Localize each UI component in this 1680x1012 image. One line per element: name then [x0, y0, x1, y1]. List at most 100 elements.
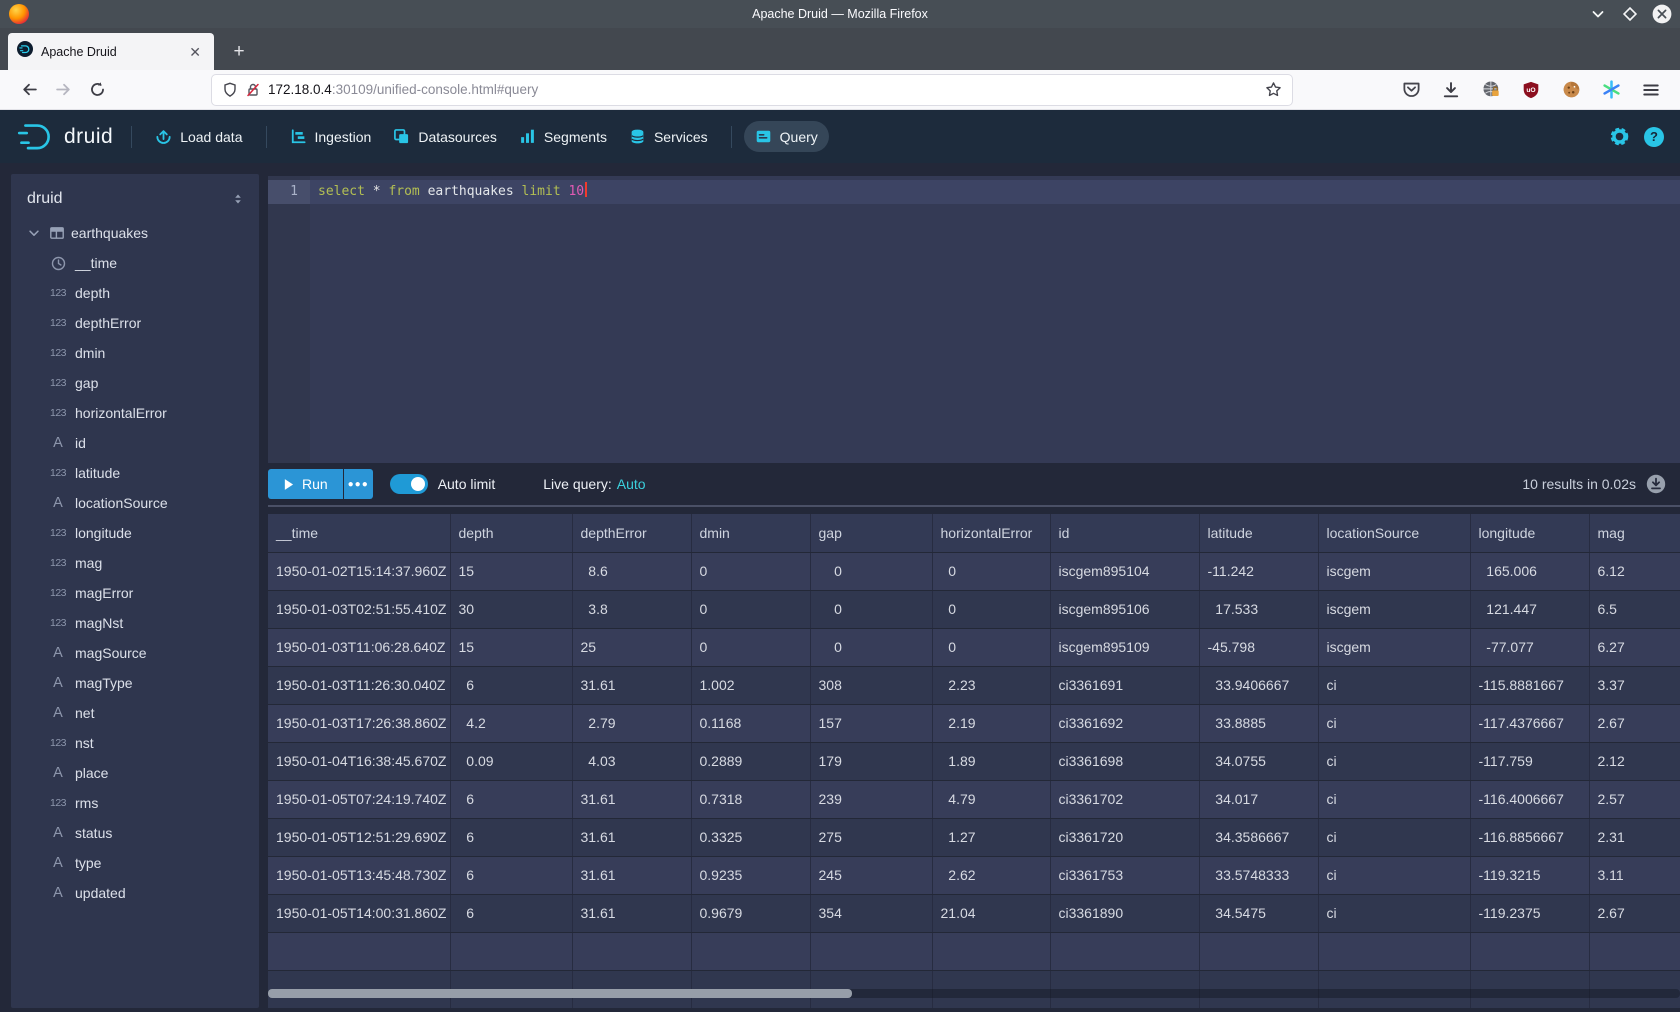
nav-item-ingestion[interactable]: Ingestion	[279, 121, 383, 152]
cell-depth[interactable]: 15	[450, 628, 572, 666]
cell-horizontalError[interactable]: 01.89	[932, 742, 1050, 780]
column-header-depth[interactable]: depth	[450, 514, 572, 552]
cell-gap[interactable]: 000	[810, 628, 932, 666]
cell-mag[interactable]: 3.11	[1589, 856, 1680, 894]
sidebar-table-earthquakes[interactable]: earthquakes	[11, 218, 259, 248]
sidebar-column-dmin[interactable]: 123dmin	[11, 338, 259, 368]
cell-dmin[interactable]: 0	[691, 628, 810, 666]
menu-icon[interactable]	[1636, 75, 1666, 105]
cell-id[interactable]: ci3361691	[1050, 666, 1199, 704]
auto-limit-toggle[interactable]	[390, 474, 428, 494]
sidebar-column-place[interactable]: Aplace	[11, 758, 259, 788]
cell-depthError[interactable]: 08.6	[572, 552, 691, 590]
cookie-extension-icon[interactable]	[1556, 75, 1586, 105]
sidebar-column-longitude[interactable]: 123longitude	[11, 518, 259, 548]
column-header-latitude[interactable]: latitude	[1199, 514, 1318, 552]
nav-item-load-data[interactable]: Load data	[144, 121, 253, 152]
cell-gap[interactable]: 239	[810, 780, 932, 818]
column-header-locationSource[interactable]: locationSource	[1318, 514, 1470, 552]
url-bar[interactable]: 172.18.0.4:30109/unified-console.html#qu…	[212, 75, 1292, 105]
cell-id[interactable]: iscgem895109	[1050, 628, 1199, 666]
cell-dmin[interactable]: 0.2889	[691, 742, 810, 780]
sidebar-column-magError[interactable]: 123magError	[11, 578, 259, 608]
cell-id[interactable]: ci3361702	[1050, 780, 1199, 818]
cell-mag[interactable]: 2.67	[1589, 894, 1680, 932]
horizontal-scrollbar[interactable]	[268, 989, 1680, 998]
cell-mag[interactable]: 6.27	[1589, 628, 1680, 666]
cell-mag[interactable]: 2.67	[1589, 704, 1680, 742]
cell-mag[interactable]: 2.57	[1589, 780, 1680, 818]
run-button[interactable]: Run	[268, 469, 343, 499]
sidebar-column-magType[interactable]: AmagType	[11, 668, 259, 698]
column-header-__time[interactable]: __time	[268, 514, 450, 552]
cell-locationSource[interactable]: ci	[1318, 704, 1470, 742]
cell-id[interactable]: ci3361692	[1050, 704, 1199, 742]
cell-horizontalError[interactable]: 21.04	[932, 894, 1050, 932]
cell-gap[interactable]: 245	[810, 856, 932, 894]
sidebar-column-horizontalError[interactable]: 123horizontalError	[11, 398, 259, 428]
cell-latitude[interactable]: 017.533	[1199, 590, 1318, 628]
cell-longitude[interactable]: -119.3215	[1470, 856, 1589, 894]
cell-id[interactable]: iscgem895106	[1050, 590, 1199, 628]
query-text[interactable]: select * from earthquakes limit 10	[310, 180, 1680, 204]
brand-wordmark[interactable]: druid	[64, 125, 113, 149]
column-header-gap[interactable]: gap	[810, 514, 932, 552]
cell-__time[interactable]: 1950-01-05T12:51:29.690Z	[268, 818, 450, 856]
cell-id[interactable]: ci3361698	[1050, 742, 1199, 780]
column-header-horizontalError[interactable]: horizontalError	[932, 514, 1050, 552]
cell-gap[interactable]: 157	[810, 704, 932, 742]
scrollbar-thumb[interactable]	[268, 989, 852, 998]
sidebar-column-rms[interactable]: 123rms	[11, 788, 259, 818]
cell-horizontalError[interactable]: 00	[932, 590, 1050, 628]
cell-__time[interactable]: 1950-01-03T11:06:28.640Z	[268, 628, 450, 666]
nav-item-query[interactable]: Query	[744, 121, 829, 152]
cell-depth[interactable]: 06	[450, 666, 572, 704]
cell-longitude[interactable]: -117.759	[1470, 742, 1589, 780]
pocket-icon[interactable]	[1396, 75, 1426, 105]
cell-latitude[interactable]: 033.9406667	[1199, 666, 1318, 704]
cell-latitude[interactable]: 034.0755	[1199, 742, 1318, 780]
cell-dmin[interactable]: 0.3325	[691, 818, 810, 856]
cell-locationSource[interactable]: iscgem	[1318, 628, 1470, 666]
cell-depth[interactable]: 06	[450, 894, 572, 932]
cell-locationSource[interactable]: ci	[1318, 780, 1470, 818]
cell-latitude[interactable]: 034.5475	[1199, 894, 1318, 932]
cell-longitude[interactable]: 0121.447	[1470, 590, 1589, 628]
new-tab-button[interactable]: +	[224, 37, 254, 67]
cell-locationSource[interactable]: iscgem	[1318, 590, 1470, 628]
live-query-value[interactable]: Auto	[617, 476, 646, 492]
cell-longitude[interactable]: -115.8881667	[1470, 666, 1589, 704]
cell-mag[interactable]: 3.37	[1589, 666, 1680, 704]
cell-__time[interactable]: 1950-01-03T17:26:38.860Z	[268, 704, 450, 742]
cell-latitude[interactable]: 033.8885	[1199, 704, 1318, 742]
cell-depthError[interactable]: 31.61	[572, 780, 691, 818]
cell-depthError[interactable]: 03.8	[572, 590, 691, 628]
cell-depthError[interactable]: 31.61	[572, 666, 691, 704]
column-header-dmin[interactable]: dmin	[691, 514, 810, 552]
cell-dmin[interactable]: 1.002	[691, 666, 810, 704]
cell-dmin[interactable]: 0.7318	[691, 780, 810, 818]
cell-dmin[interactable]: 0.9235	[691, 856, 810, 894]
cell-horizontalError[interactable]: 01.27	[932, 818, 1050, 856]
sidebar-column-depth[interactable]: 123depth	[11, 278, 259, 308]
cell-gap[interactable]: 000	[810, 590, 932, 628]
cell-depth[interactable]: 06	[450, 818, 572, 856]
column-header-id[interactable]: id	[1050, 514, 1199, 552]
cell-horizontalError[interactable]: 04.79	[932, 780, 1050, 818]
cell-gap[interactable]: 308	[810, 666, 932, 704]
column-header-mag[interactable]: mag	[1589, 514, 1680, 552]
cell-latitude[interactable]: 034.3586667	[1199, 818, 1318, 856]
sidebar-column-status[interactable]: Astatus	[11, 818, 259, 848]
cell-__time[interactable]: 1950-01-03T11:26:30.040Z	[268, 666, 450, 704]
tab-close-icon[interactable]: ✕	[185, 43, 205, 61]
extension-asterisk-icon[interactable]	[1596, 75, 1626, 105]
cell-__time[interactable]: 1950-01-04T16:38:45.670Z	[268, 742, 450, 780]
insecure-lock-icon[interactable]	[245, 82, 261, 98]
cell-depthError[interactable]: 25	[572, 628, 691, 666]
cell-__time[interactable]: 1950-01-03T02:51:55.410Z	[268, 590, 450, 628]
chevron-down-icon[interactable]	[23, 226, 45, 240]
cell-latitude[interactable]: 034.017	[1199, 780, 1318, 818]
cell-gap[interactable]: 179	[810, 742, 932, 780]
browser-tab-apache-druid[interactable]: Apache Druid ✕	[8, 33, 214, 70]
sidebar-column-type[interactable]: Atype	[11, 848, 259, 878]
